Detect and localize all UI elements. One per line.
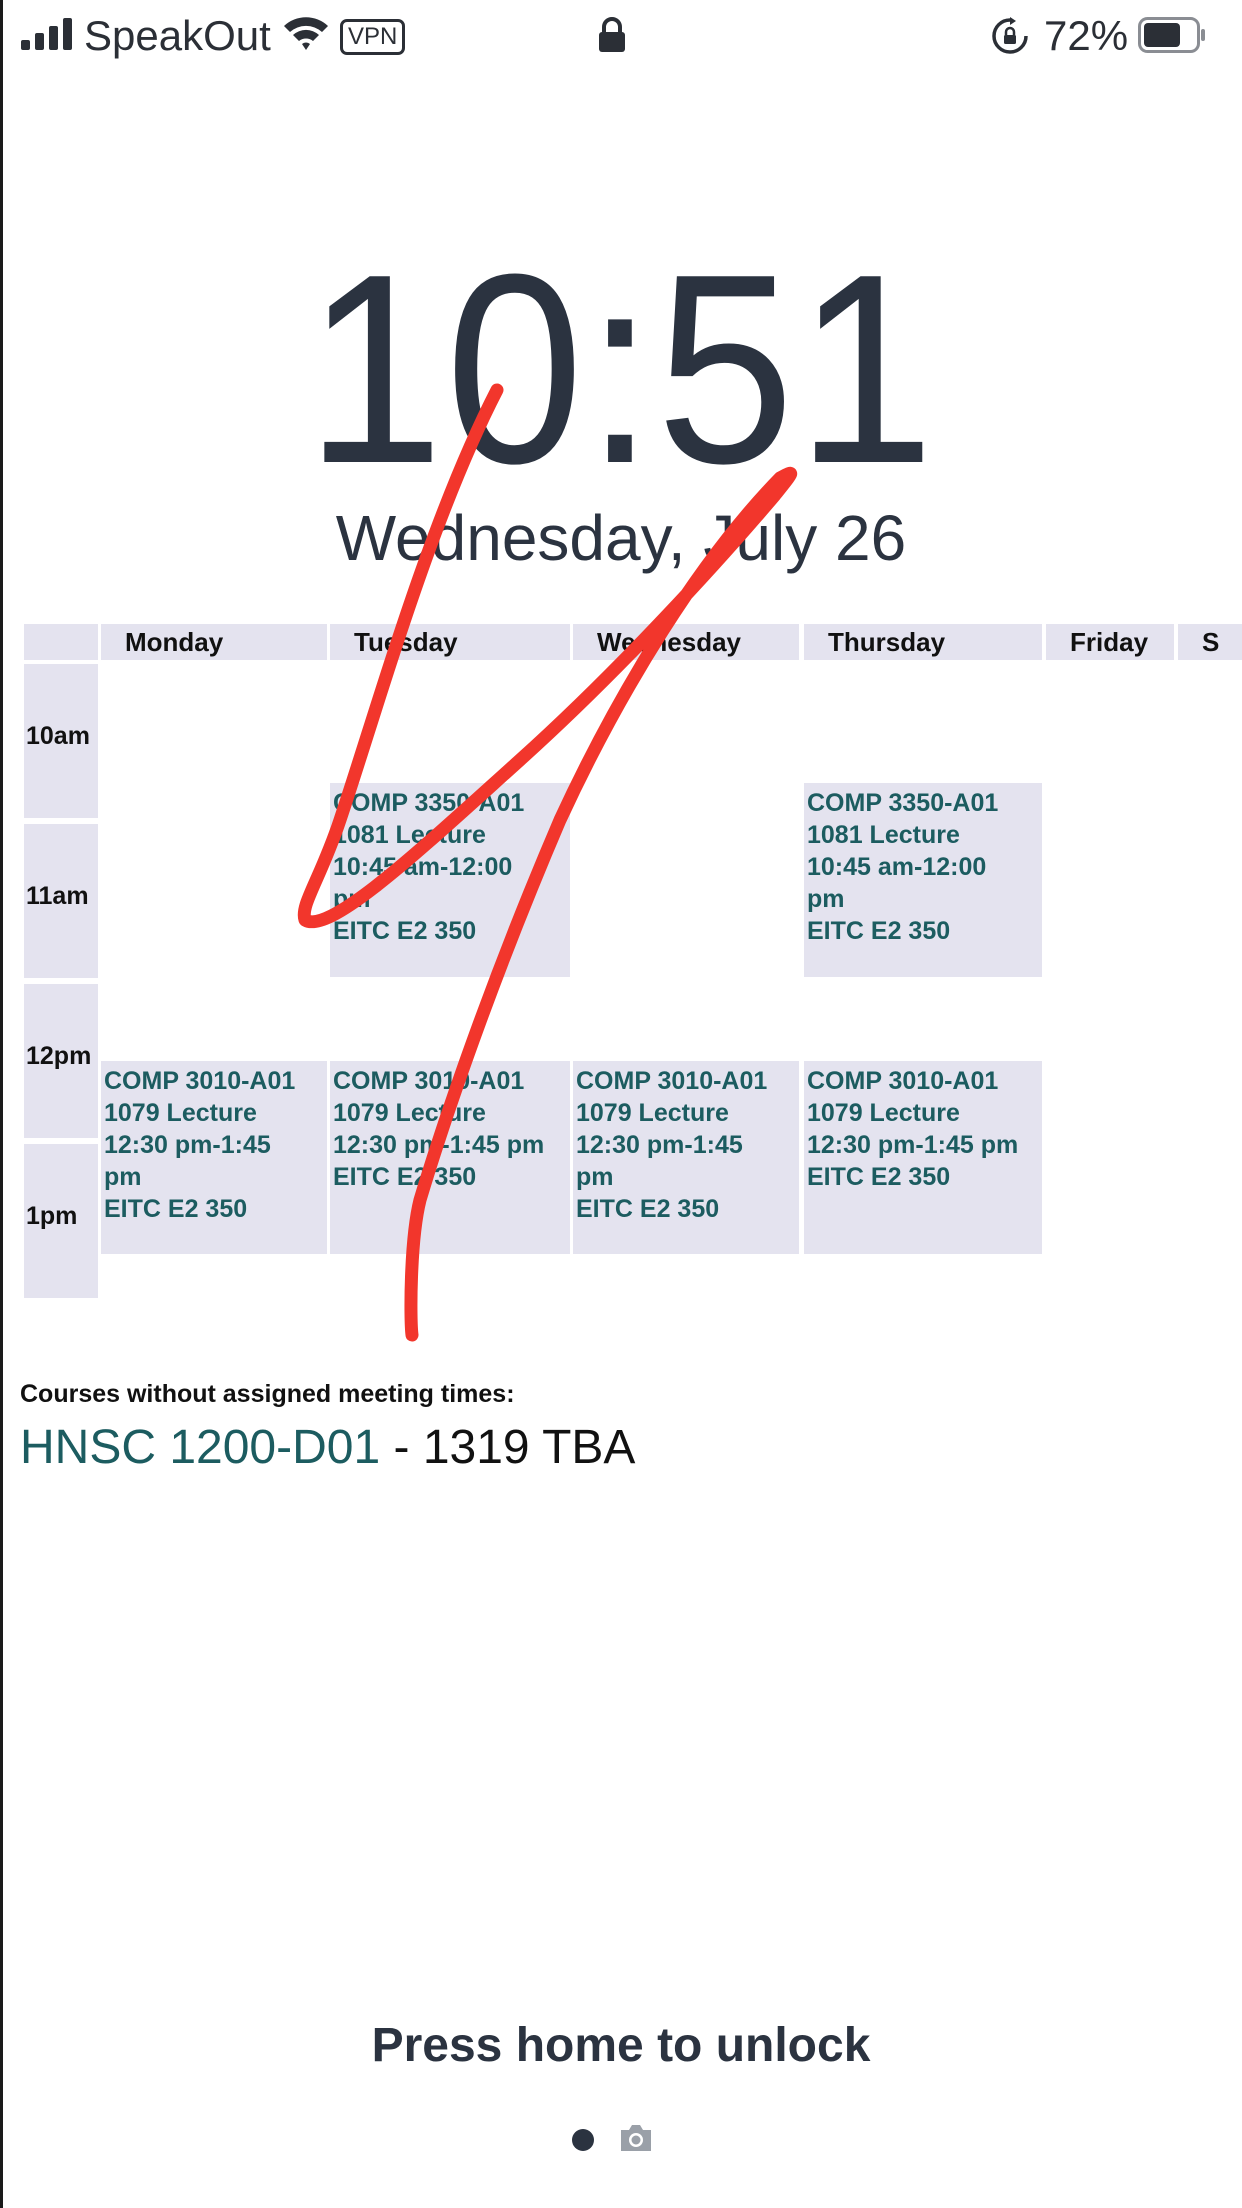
course-section: 1081 Lecture xyxy=(333,821,486,849)
signal-icon xyxy=(21,18,72,50)
course-section: 1079 Lecture xyxy=(333,1099,486,1127)
course-code: COMP 3350-A01 xyxy=(807,789,999,817)
lock-icon xyxy=(599,17,625,52)
course-section: 1079 Lecture xyxy=(104,1099,257,1127)
course-time: 10:45 am-12:00 xyxy=(333,853,513,881)
rotation-lock-icon xyxy=(992,17,1028,54)
course-code: COMP 3010-A01 xyxy=(576,1067,768,1095)
grid-corner xyxy=(24,624,98,660)
day-header-saturday: S xyxy=(1178,624,1242,660)
day-header-friday: Friday xyxy=(1046,624,1174,660)
course-location: EITC E2 350 xyxy=(576,1195,720,1223)
course-time-suffix: pm xyxy=(807,885,845,913)
carrier-name: SpeakOut xyxy=(84,12,271,59)
schedule-grid: Monday Tuesday Wednesday Thursday Friday… xyxy=(0,620,1242,1300)
battery-percent: 72% xyxy=(1044,12,1129,59)
time-slot-11am: 11am xyxy=(24,824,98,978)
course-time: 10:45 am-12:00 xyxy=(807,853,987,881)
course-code: COMP 3010-A01 xyxy=(104,1067,296,1095)
course-time: 12:30 pm-1:45 xyxy=(104,1131,271,1159)
unassigned-course-line: HNSC 1200-D01 - 1319 TBA xyxy=(20,1420,635,1476)
unassigned-course-link[interactable]: HNSC 1200-D01 xyxy=(20,1421,380,1474)
course-location: EITC E2 350 xyxy=(104,1195,248,1223)
course-code: COMP 3010-A01 xyxy=(807,1067,999,1095)
status-bar: SpeakOut VPN 72% xyxy=(0,0,1242,70)
course-location: EITC E2 350 xyxy=(807,917,951,945)
vpn-badge: VPN xyxy=(340,19,406,55)
unassigned-courses-label: Courses without assigned meeting times: xyxy=(20,1380,515,1408)
battery-icon xyxy=(1138,17,1205,53)
course-block-mon-comp3010[interactable]: COMP 3010-A01 1079 Lecture 12:30 pm-1:45… xyxy=(101,1061,327,1254)
time-slot-10am: 10am xyxy=(24,664,98,818)
day-header-monday: Monday xyxy=(101,624,327,660)
page-indicator-dot[interactable] xyxy=(572,2129,594,2151)
unlock-hint: Press home to unlock xyxy=(371,2019,871,2072)
course-time-suffix: pm xyxy=(333,885,371,913)
course-block-wed-comp3010[interactable]: COMP 3010-A01 1079 Lecture 12:30 pm-1:45… xyxy=(573,1061,799,1254)
wifi-icon xyxy=(284,17,328,50)
course-location: EITC E2 350 xyxy=(807,1163,951,1191)
lock-screen-date: Wednesday, July 26 xyxy=(335,502,907,574)
course-block-tue-comp3010[interactable]: COMP 3010-A01 1079 Lecture 12:30 pm-1:45… xyxy=(330,1061,570,1254)
course-location: EITC E2 350 xyxy=(333,1163,477,1191)
course-code: COMP 3350-A01 xyxy=(333,789,525,817)
course-location: EITC E2 350 xyxy=(333,917,477,945)
course-block-thu-comp3350[interactable]: COMP 3350-A01 1081 Lecture 10:45 am-12:0… xyxy=(804,783,1042,977)
course-time: 12:30 pm-1:45 xyxy=(576,1131,743,1159)
unassigned-course-detail: - 1319 TBA xyxy=(380,1421,636,1474)
camera-icon[interactable] xyxy=(618,2122,654,2154)
lock-screen-time: 10:51 xyxy=(305,219,937,520)
course-block-thu-comp3010[interactable]: COMP 3010-A01 1079 Lecture 12:30 pm-1:45… xyxy=(804,1061,1042,1254)
course-time: 12:30 pm-1:45 pm xyxy=(333,1131,545,1159)
course-section: 1079 Lecture xyxy=(576,1099,729,1127)
course-section: 1079 Lecture xyxy=(807,1099,960,1127)
day-header-tuesday: Tuesday xyxy=(330,624,570,660)
course-time-suffix: pm xyxy=(104,1163,142,1191)
day-header-wednesday: Wednesday xyxy=(573,624,799,660)
course-section: 1081 Lecture xyxy=(807,821,960,849)
day-header-thursday: Thursday xyxy=(804,624,1042,660)
time-slot-12pm: 12pm xyxy=(24,984,98,1138)
course-code: COMP 3010-A01 xyxy=(333,1067,525,1095)
course-block-tue-comp3350[interactable]: COMP 3350-A01 1081 Lecture 10:45 am-12:0… xyxy=(330,783,570,977)
course-time-suffix: pm xyxy=(576,1163,614,1191)
time-slot-1pm: 1pm xyxy=(24,1144,98,1298)
course-time: 12:30 pm-1:45 pm xyxy=(807,1131,1019,1159)
